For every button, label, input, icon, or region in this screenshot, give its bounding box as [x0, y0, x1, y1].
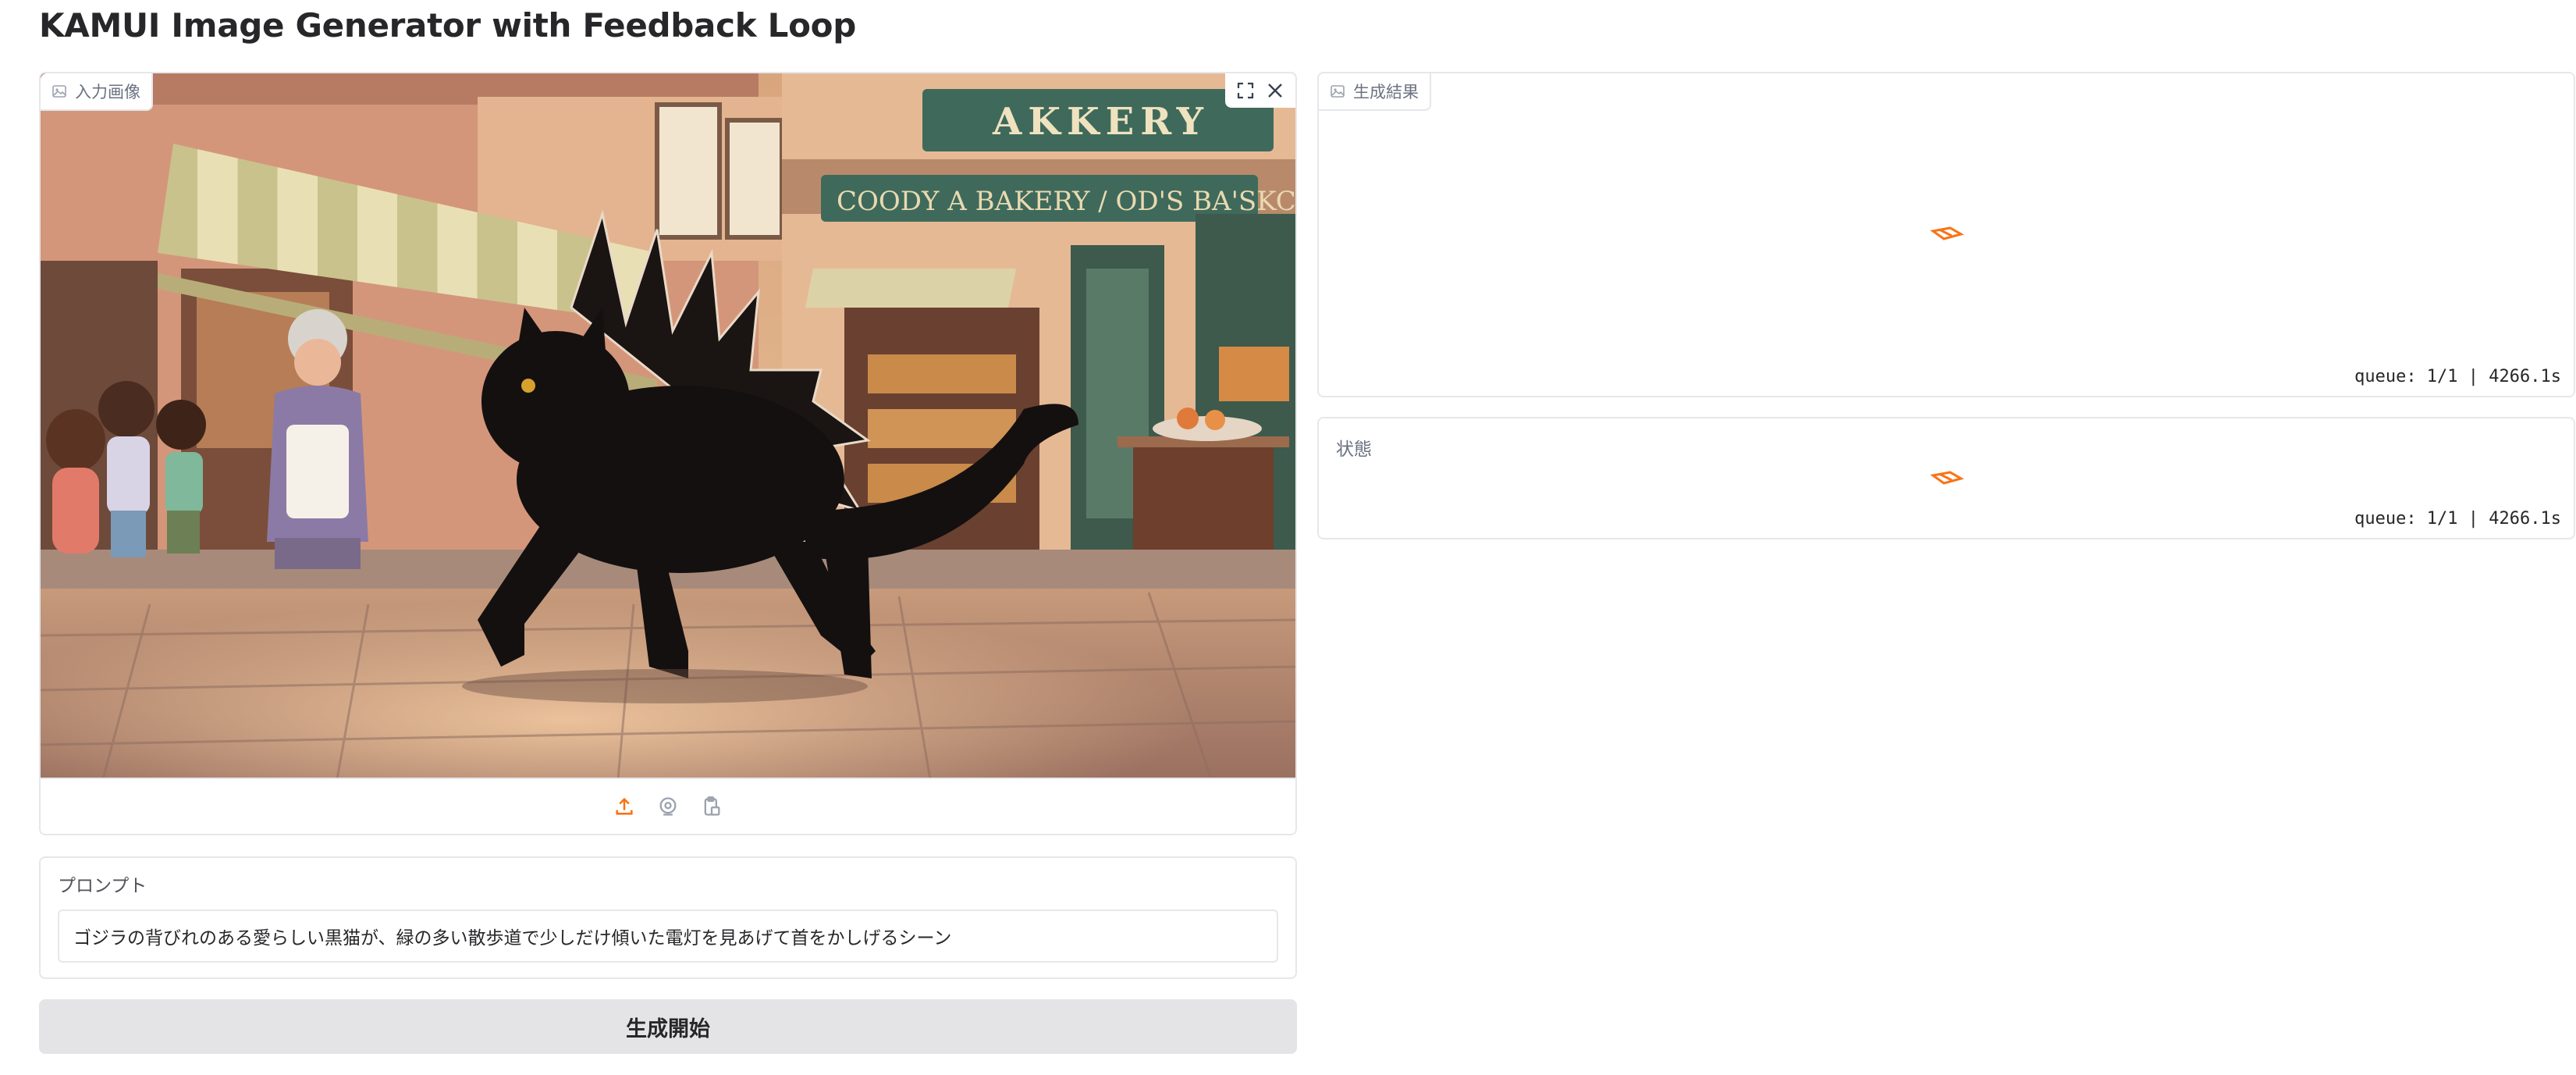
result-panel: 生成結果 queue: 1/1 | 4266.1s: [1317, 72, 2575, 397]
top-sign-text: AKKERY: [992, 100, 1210, 144]
result-queue-status: queue: 1/1 | 4266.1s: [2354, 367, 2561, 386]
generate-button[interactable]: 生成開始: [39, 999, 1297, 1054]
front-sign-text: COODY A BAKERY / OD'S BA'SKC RBY: [837, 186, 1295, 217]
close-icon[interactable]: [1263, 78, 1288, 103]
image-icon: [52, 85, 66, 98]
prompt-label: プロンプト: [58, 876, 147, 896]
status-label: 状態: [1336, 440, 1372, 460]
image-source-bar: [41, 778, 1295, 834]
webcam-icon[interactable]: [655, 793, 681, 820]
input-image-label-tag: 入力画像: [41, 73, 153, 111]
input-image: COODY A BAKERY / OD'S BA'SKC RBY AKKERY: [41, 73, 1295, 779]
upload-icon[interactable]: [611, 793, 638, 820]
image-icon: [1331, 85, 1345, 98]
page-title: KAMUI Image Generator with Feedback Loop: [39, 6, 856, 44]
loading-spinner-icon: [1930, 471, 1964, 485]
status-panel: 状態 queue: 1/1 | 4266.1s: [1317, 417, 2575, 539]
image-controls: [1225, 73, 1295, 108]
loading-spinner-icon: [1930, 226, 1964, 240]
prompt-input[interactable]: [58, 909, 1278, 963]
result-label: 生成結果: [1353, 83, 1419, 101]
fullscreen-icon[interactable]: [1233, 78, 1258, 103]
clipboard-icon[interactable]: [698, 793, 725, 820]
result-label-tag: 生成結果: [1319, 73, 1431, 111]
status-queue-status: queue: 1/1 | 4266.1s: [2354, 509, 2561, 529]
input-image-label: 入力画像: [75, 83, 140, 101]
input-image-panel[interactable]: 入力画像 COODY A BAKERY / OD'S BA'SKC AKKERY: [39, 72, 1297, 835]
prompt-panel: プロンプト: [39, 856, 1297, 979]
